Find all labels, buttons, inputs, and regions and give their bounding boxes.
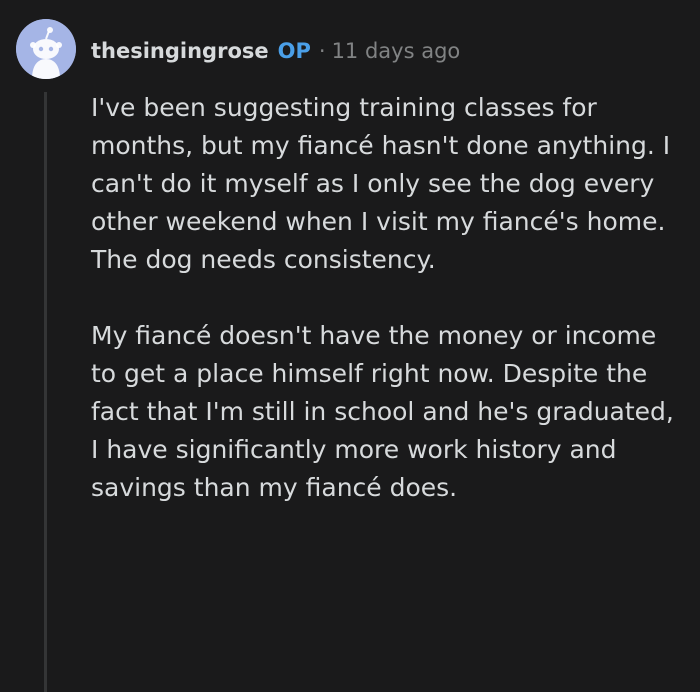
comment-timestamp[interactable]: 11 days ago — [332, 39, 461, 63]
comment-paragraph-2: My fiancé doesn't have the money or inco… — [91, 321, 674, 502]
reddit-snoo-avatar-icon — [16, 19, 76, 79]
op-badge: OP — [277, 39, 311, 63]
thread-line[interactable] — [44, 92, 47, 692]
username-link[interactable]: thesingingrose — [91, 39, 269, 63]
comment: thesingingrose OP · 11 days ago I've bee… — [0, 0, 700, 692]
comment-paragraph-1: I've been suggesting training classes fo… — [91, 93, 671, 274]
user-avatar-icon[interactable] — [16, 19, 76, 79]
comment-header: thesingingrose OP · 11 days ago — [91, 34, 460, 68]
comment-body: I've been suggesting training classes fo… — [91, 89, 681, 545]
separator-dot: · — [318, 39, 326, 63]
